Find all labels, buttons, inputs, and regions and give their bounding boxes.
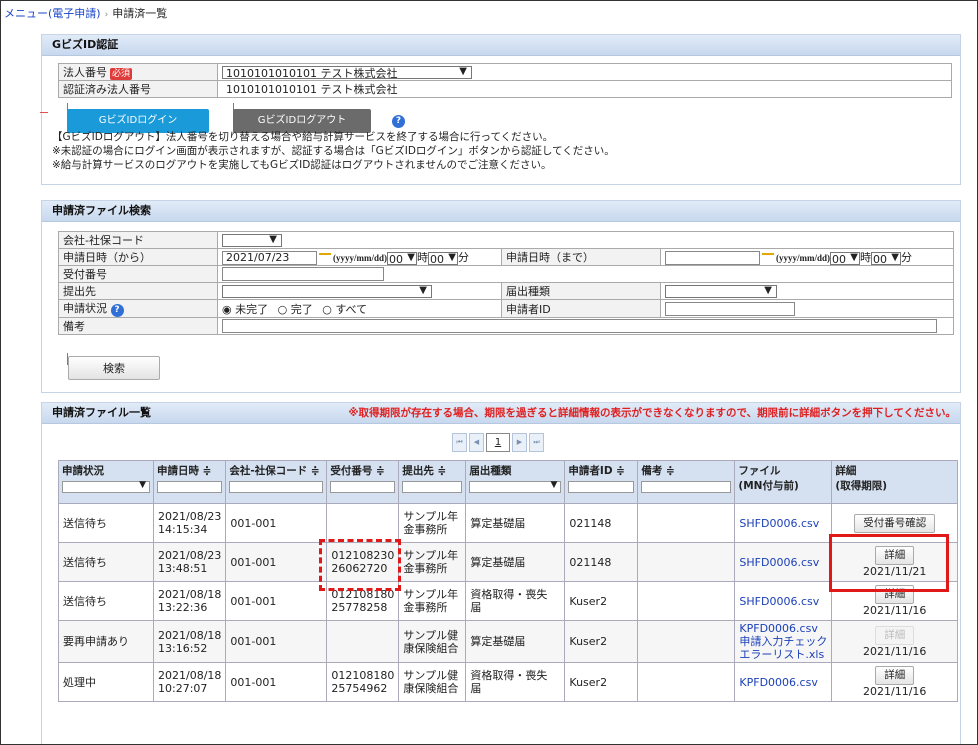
first-page-icon[interactable]: ⏮ — [452, 433, 467, 452]
col-form: 届出種類 — [469, 465, 512, 477]
chevron-down-icon: ▼ — [269, 233, 277, 245]
auth-notes: 【GビズIDログアウト】法人番号を切り替える場合や給与計算サービスを終了する場合… — [52, 130, 615, 172]
col-status[interactable]: 申請状況 — [62, 465, 104, 477]
search-table: 会社-社保コード ▼ 申請日時（から） 2021/07/23 (yyyy/mm/d… — [58, 231, 954, 335]
company-code-select[interactable]: ▼ — [222, 233, 282, 247]
breadcrumb-menu-link[interactable]: メニュー(電子申請) — [4, 7, 101, 20]
receipt-number-highlight — [319, 539, 401, 591]
detail-button[interactable]: 詳細 — [875, 666, 915, 685]
table-row: 処理中 2021/08/18 10:27:07 001-001 012108180… — [58, 662, 958, 702]
window: メニュー(電子申請) › 申請済一覧 GビズID認証 法人番号 必須 10101010… — [0, 0, 978, 745]
receipt-input[interactable] — [222, 267, 384, 281]
company-code-label: 会社-社保コード — [58, 231, 218, 249]
file-link[interactable]: KPFD0006.csv — [739, 676, 817, 689]
company-filter[interactable] — [229, 481, 324, 493]
auth-note: 【GビズIDログアウト】法人番号を切り替える場合や給与計算サービスを終了する場合… — [52, 131, 554, 143]
auth-table: 法人番号 必須 1010101010101 テスト株式会社 ▼ 認証済み法人番号 1… — [58, 63, 952, 98]
last-page-icon[interactable]: ⏭ — [529, 433, 544, 452]
results-table: 申請状況 ▼ 申請日時 ≑ 会社-社保コード ≑ 受付番号 ≑ 提出先 ≑ 届出種… — [58, 460, 958, 702]
table-row: 送信待ち 2021/08/23 13:48:51 001-001 01210823… — [58, 542, 958, 582]
to-label: 申請日時（まで） — [501, 248, 661, 266]
detail-button-highlight — [829, 534, 949, 592]
receipt-filter[interactable] — [330, 481, 396, 493]
help-icon[interactable]: ? — [110, 304, 124, 317]
search-button[interactable]: 検索 — [68, 356, 160, 380]
from-minute-select[interactable]: 00 ▼ — [428, 251, 458, 265]
page-number[interactable]: 1 — [486, 433, 510, 452]
chevron-right-icon: › — [104, 10, 109, 20]
col-remarks[interactable]: 備考 ≑ — [641, 465, 674, 477]
corp-no-label: 法人番号 — [63, 66, 107, 79]
file-link[interactable]: KPFD0006.csv — [739, 622, 817, 635]
dest-label: 提出先 — [58, 282, 218, 300]
dest-filter[interactable] — [402, 481, 463, 493]
col-datetime[interactable]: 申請日時 ≑ — [157, 465, 211, 477]
file-link[interactable]: SHFD0006.csv — [739, 556, 819, 569]
certified-label: 認証済み法人番号 — [63, 83, 151, 96]
from-date-input[interactable]: 2021/07/23 — [222, 251, 317, 265]
remarks-filter[interactable] — [641, 481, 732, 493]
chevron-down-icon: ▼ — [419, 284, 427, 296]
next-page-icon[interactable]: ▶ — [512, 433, 527, 452]
col-file: ファイル — [738, 465, 781, 477]
corp-no-select[interactable]: 1010101010101 テスト株式会社 ▼ — [222, 65, 472, 79]
calendar-icon[interactable] — [762, 252, 774, 264]
receipt-confirm-button[interactable]: 受付番号確認 — [854, 513, 936, 533]
chevron-down-icon: ▼ — [764, 284, 772, 296]
from-label: 申請日時（から） — [58, 248, 218, 266]
form-type-select[interactable]: ▼ — [665, 284, 777, 298]
to-minute-select[interactable]: 00 ▼ — [871, 251, 901, 265]
search-panel: 申請済ファイル検索 会社-社保コード ▼ 申請日時（から） 2021/07/23… — [41, 200, 961, 393]
help-icon[interactable]: ? — [392, 115, 405, 128]
chevron-down-icon: ▼ — [459, 65, 467, 77]
auth-note: ※給与計算サービスのログアウトを実施してもGビズID認証はログアウトされませんの… — [52, 159, 552, 171]
from-hour-select[interactable]: 00 ▼ — [387, 251, 417, 265]
table-row: 送信待ち 2021/08/18 13:22:36 001-001 01210818… — [58, 581, 958, 621]
status-filter[interactable]: ▼ — [62, 480, 150, 493]
search-title: 申請済ファイル検索 — [42, 201, 960, 222]
detail-button-disabled: 詳細 — [875, 625, 915, 645]
receipt-label: 受付番号 — [58, 265, 218, 283]
list-title: 申請済ファイル一覧 ※取得期限が存在する場合、期限を過ぎると詳細情報の表示ができ… — [42, 403, 960, 424]
applicant-label: 申請者ID — [501, 299, 661, 318]
prev-page-icon[interactable]: ◀ — [469, 433, 484, 452]
table-row: 要再申請あり 2021/08/18 13:16:52 001-001 サンプル健康… — [58, 620, 958, 663]
file-link[interactable]: SHFD0006.csv — [739, 517, 819, 530]
error-list-link[interactable]: エラーリスト.xls — [739, 648, 824, 661]
radio-all[interactable]: ○ すべて — [322, 303, 367, 316]
remarks-label: 備考 — [58, 317, 218, 335]
col-applicant[interactable]: 申請者ID ≑ — [568, 465, 625, 477]
radio-complete[interactable]: ○ 完了 — [278, 303, 313, 316]
col-detail: 詳細 — [835, 465, 857, 477]
col-dest[interactable]: 提出先 ≑ — [402, 465, 446, 477]
deadline-warning: ※取得期限が存在する場合、期限を過ぎると詳細情報の表示ができなくなりますので、期… — [348, 407, 956, 419]
gbiz-auth-panel: GビズID認証 法人番号 必須 1010101010101 テスト株式会社 ▼ 認証… — [40, 34, 961, 185]
radio-incomplete[interactable]: ◉ 未完了 — [222, 303, 268, 316]
dest-select[interactable]: ▼ — [222, 284, 432, 298]
table-row: 送信待ち 2021/08/23 14:15:34 001-001 サンプル年 金事務… — [58, 503, 958, 543]
gbiz-auth-title: GビズID認証 — [42, 35, 960, 56]
breadcrumb: メニュー(電子申請) › 申請済一覧 — [4, 5, 167, 21]
error-list-link[interactable]: 申請入力チェック — [739, 635, 827, 648]
status-label: 申請状況 — [63, 302, 107, 315]
calendar-icon[interactable] — [319, 252, 331, 264]
form-type-label: 届出種類 — [501, 282, 661, 300]
to-date-input[interactable] — [665, 251, 760, 265]
pager: ⏮ ◀ 1 ▶ ⏭ — [452, 433, 544, 452]
applicant-filter[interactable] — [568, 481, 635, 493]
list-panel: 申請済ファイル一覧 ※取得期限が存在する場合、期限を過ぎると詳細情報の表示ができ… — [41, 402, 961, 744]
remarks-input[interactable] — [222, 319, 937, 333]
required-badge: 必須 — [110, 68, 133, 80]
auth-note: ※未認証の場合にログイン画面が表示されますが、認証する場合は「GビズIDログイン… — [52, 145, 615, 157]
to-hour-select[interactable]: 00 ▼ — [830, 251, 860, 265]
col-company[interactable]: 会社-社保コード ≑ — [229, 465, 319, 477]
col-receipt[interactable]: 受付番号 ≑ — [330, 465, 384, 477]
breadcrumb-current: 申請済一覧 — [112, 7, 168, 20]
file-link[interactable]: SHFD0006.csv — [739, 595, 819, 608]
applicant-input[interactable] — [665, 301, 795, 316]
form-filter[interactable]: ▼ — [469, 480, 562, 493]
certified-value: 1010101010101 テスト株式会社 — [226, 83, 398, 96]
datetime-filter[interactable] — [157, 481, 223, 493]
